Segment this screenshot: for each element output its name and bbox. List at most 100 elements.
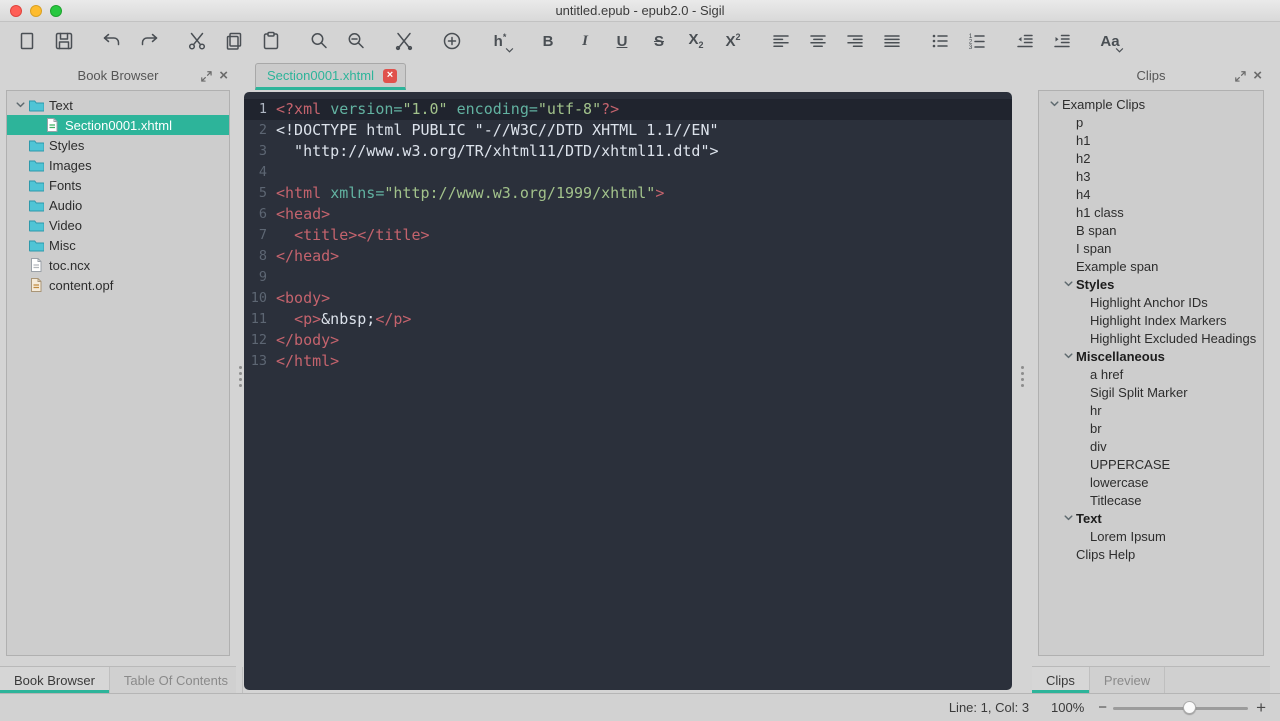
- redo-button[interactable]: [134, 26, 164, 56]
- clip-item-h2[interactable]: h2: [1039, 149, 1263, 167]
- clip-item-styles[interactable]: Styles: [1039, 275, 1263, 293]
- float-panel-icon[interactable]: [1233, 69, 1246, 82]
- book-browser-tab-table-of-contents[interactable]: Table Of Contents: [110, 667, 243, 693]
- clip-item-h1-class[interactable]: h1 class: [1039, 203, 1263, 221]
- left-splitter-handle[interactable]: [236, 60, 244, 693]
- book-browser-tab-book-browser[interactable]: Book Browser: [0, 667, 110, 693]
- code-editor[interactable]: 1 <?xml version="1.0" encoding="utf-8"?> 2…: [244, 92, 1012, 690]
- editor-tab[interactable]: Section0001.xhtml ×: [255, 63, 406, 90]
- split-at-cursor-button[interactable]: [389, 26, 419, 56]
- clip-item-a-href[interactable]: a href: [1039, 365, 1263, 383]
- indent-button[interactable]: [1047, 26, 1077, 56]
- clip-item-div[interactable]: div: [1039, 437, 1263, 455]
- book-browser-item-styles[interactable]: Styles: [7, 135, 229, 155]
- strikethrough-button[interactable]: S: [644, 26, 674, 56]
- subscript-button[interactable]: X2: [681, 26, 711, 56]
- clip-item-h4[interactable]: h4: [1039, 185, 1263, 203]
- book-browser-item-video[interactable]: Video: [7, 215, 229, 235]
- align-right-button[interactable]: [840, 26, 870, 56]
- copy-button[interactable]: [219, 26, 249, 56]
- cut-button[interactable]: [182, 26, 212, 56]
- zoom-out-icon[interactable]: −: [1098, 699, 1107, 716]
- zoom-slider[interactable]: [1113, 700, 1249, 715]
- right-splitter-handle[interactable]: [1012, 60, 1032, 693]
- code-line-7[interactable]: 7 <title></title>: [244, 225, 1012, 246]
- clip-item-highlight-index-markers[interactable]: Highlight Index Markers: [1039, 311, 1263, 329]
- find-button[interactable]: [304, 26, 334, 56]
- undo-button[interactable]: [97, 26, 127, 56]
- save-button[interactable]: [49, 26, 79, 56]
- code-line-4[interactable]: 4: [244, 162, 1012, 183]
- book-browser-item-toc-ncx[interactable]: toc.ncx: [7, 255, 229, 275]
- code-line-12[interactable]: 12 </body>: [244, 330, 1012, 351]
- bullet-list-button[interactable]: [925, 26, 955, 56]
- clips-tab-preview[interactable]: Preview: [1090, 667, 1166, 693]
- clip-item-hr[interactable]: hr: [1039, 401, 1263, 419]
- new-file-button[interactable]: [12, 26, 42, 56]
- code-line-1[interactable]: 1 <?xml version="1.0" encoding="utf-8"?>: [244, 99, 1012, 120]
- clip-item-miscellaneous[interactable]: Miscellaneous: [1039, 347, 1263, 365]
- align-left-button[interactable]: [766, 26, 796, 56]
- clips-tab-clips[interactable]: Clips: [1032, 667, 1090, 693]
- clip-item-lorem-ipsum[interactable]: Lorem Ipsum: [1039, 527, 1263, 545]
- code-line-9[interactable]: 9: [244, 267, 1012, 288]
- code-line-6[interactable]: 6 <head>: [244, 204, 1012, 225]
- clip-item-i-span[interactable]: I span: [1039, 239, 1263, 257]
- clip-item-lowercase[interactable]: lowercase: [1039, 473, 1263, 491]
- code-line-13[interactable]: 13 </html>: [244, 351, 1012, 372]
- clip-item-br[interactable]: br: [1039, 419, 1263, 437]
- clip-item-b-span[interactable]: B span: [1039, 221, 1263, 239]
- code-line-3[interactable]: 3 "http://www.w3.org/TR/xhtml11/DTD/xhtm…: [244, 141, 1012, 162]
- disclosure-slot[interactable]: [1061, 348, 1076, 364]
- disclosure-slot[interactable]: [1061, 510, 1076, 526]
- zoom-slider-thumb[interactable]: [1183, 700, 1197, 714]
- close-window-button[interactable]: [10, 5, 22, 17]
- code-line-10[interactable]: 10 <body>: [244, 288, 1012, 309]
- close-tab-button[interactable]: ×: [382, 68, 397, 83]
- outdent-button[interactable]: [1010, 26, 1040, 56]
- clip-item-text[interactable]: Text: [1039, 509, 1263, 527]
- text-case-button[interactable]: Aa: [1095, 26, 1125, 56]
- underline-button[interactable]: U: [607, 26, 637, 56]
- book-browser-item-text[interactable]: Text: [7, 95, 229, 115]
- clip-item-p[interactable]: p: [1039, 113, 1263, 131]
- clip-item-sigil-split-marker[interactable]: Sigil Split Marker: [1039, 383, 1263, 401]
- code-line-8[interactable]: 8 </head>: [244, 246, 1012, 267]
- disclosure-slot[interactable]: [1047, 96, 1062, 112]
- clip-item-h1[interactable]: h1: [1039, 131, 1263, 149]
- book-browser-item-section0001-xhtml[interactable]: Section0001.xhtml: [7, 115, 229, 135]
- book-browser-item-fonts[interactable]: Fonts: [7, 175, 229, 195]
- align-justify-button[interactable]: [877, 26, 907, 56]
- clip-item-example-span[interactable]: Example span: [1039, 257, 1263, 275]
- bold-button[interactable]: B: [533, 26, 563, 56]
- book-browser-item-audio[interactable]: Audio: [7, 195, 229, 215]
- fullscreen-window-button[interactable]: [50, 5, 62, 17]
- clip-item-uppercase[interactable]: UPPERCASE: [1039, 455, 1263, 473]
- italic-button[interactable]: I: [570, 26, 600, 56]
- clip-item-highlight-excluded-headings[interactable]: Highlight Excluded Headings: [1039, 329, 1263, 347]
- clip-item-titlecase[interactable]: Titlecase: [1039, 491, 1263, 509]
- zoom-in-icon[interactable]: +: [1256, 698, 1266, 718]
- find-replace-button[interactable]: [341, 26, 371, 56]
- paste-button[interactable]: [256, 26, 286, 56]
- clip-item-clips-help[interactable]: Clips Help: [1039, 545, 1263, 563]
- align-center-button[interactable]: [803, 26, 833, 56]
- close-panel-icon[interactable]: ×: [219, 68, 228, 83]
- heading-button[interactable]: h*: [485, 26, 515, 56]
- superscript-button[interactable]: X2: [718, 26, 748, 56]
- insert-file-button[interactable]: [437, 26, 467, 56]
- float-panel-icon[interactable]: [199, 69, 212, 82]
- book-browser-item-content-opf[interactable]: content.opf: [7, 275, 229, 295]
- book-browser-item-images[interactable]: Images: [7, 155, 229, 175]
- disclosure-slot[interactable]: [1061, 276, 1076, 292]
- clip-item-highlight-anchor-ids[interactable]: Highlight Anchor IDs: [1039, 293, 1263, 311]
- code-line-11[interactable]: 11 <p>&nbsp;</p>: [244, 309, 1012, 330]
- code-line-5[interactable]: 5 <html xmlns="http://www.w3.org/1999/xht…: [244, 183, 1012, 204]
- clip-item-example-clips[interactable]: Example Clips: [1039, 95, 1263, 113]
- close-panel-icon[interactable]: ×: [1253, 68, 1262, 83]
- minimize-window-button[interactable]: [30, 5, 42, 17]
- disclosure-slot[interactable]: [13, 97, 28, 113]
- numbered-list-button[interactable]: 123: [962, 26, 992, 56]
- code-line-2[interactable]: 2 <!DOCTYPE html PUBLIC "-//W3C//DTD XHTM…: [244, 120, 1012, 141]
- clip-item-h3[interactable]: h3: [1039, 167, 1263, 185]
